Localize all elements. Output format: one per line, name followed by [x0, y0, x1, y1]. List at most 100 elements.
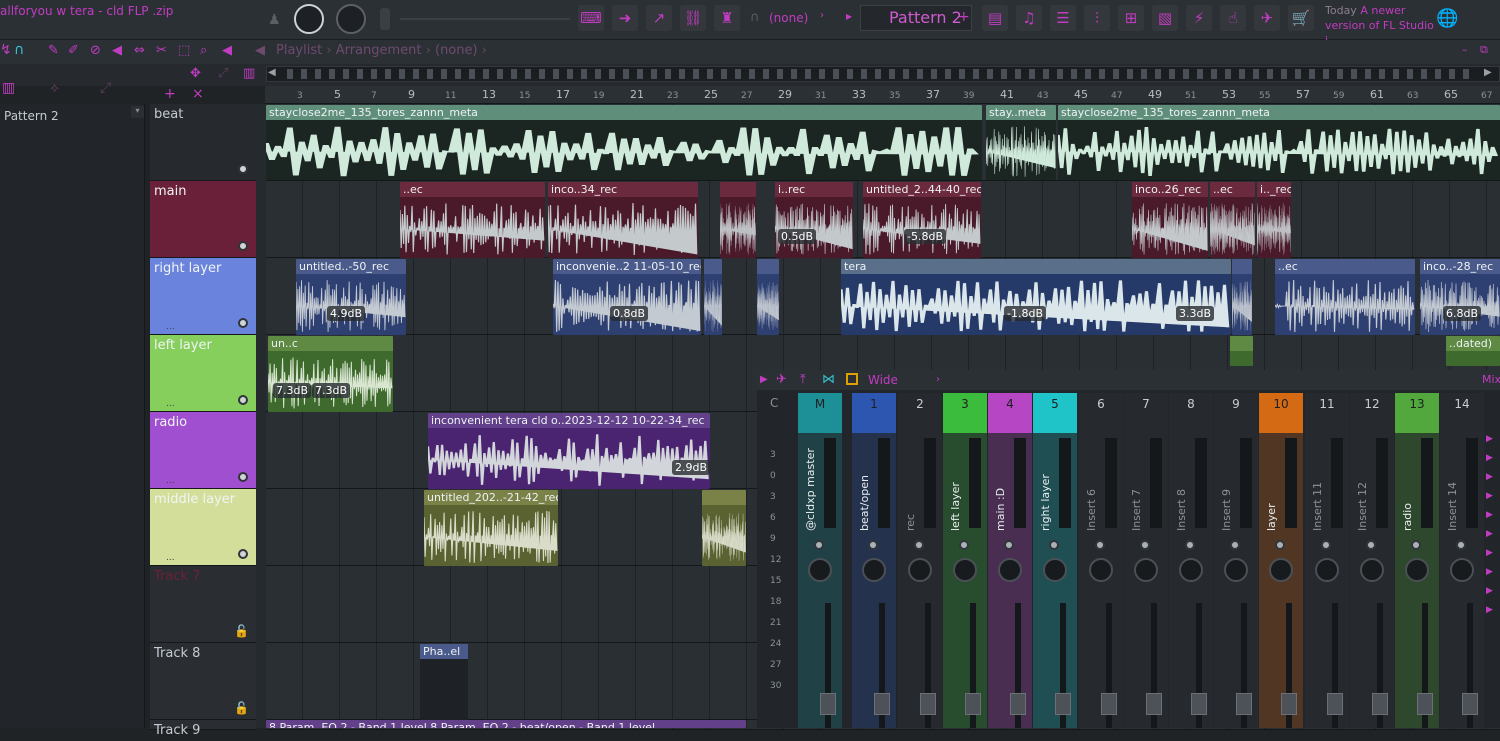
mixer-strip[interactable]: 11 Insert 11 [1305, 393, 1349, 728]
mixer-strip-name[interactable]: Insert 9 [1220, 441, 1234, 531]
track-header-8[interactable]: Track 9 [150, 720, 256, 738]
pan-knob[interactable] [1315, 558, 1339, 582]
audio-clip[interactable]: ..ec [1275, 259, 1415, 335]
mixer-strip-number[interactable]: 2 [898, 393, 942, 433]
pan-knob[interactable] [1089, 558, 1113, 582]
pattern-prev-icon[interactable]: ▸ [846, 9, 852, 23]
maximize-icon[interactable]: ⧉ [1480, 43, 1488, 57]
track-header-7[interactable]: Track 8 🔓 [150, 643, 256, 720]
audio-clip[interactable]: inco..34_rec [548, 182, 698, 258]
audio-clip[interactable]: i.._rec [1257, 182, 1291, 258]
piano-picker-icon[interactable]: ▥ [243, 66, 255, 81]
track-record-button[interactable] [238, 549, 248, 559]
mixer-icon[interactable]: ⫶ [1084, 5, 1110, 31]
pattern-selector[interactable]: (none) [765, 8, 835, 28]
mute-tool-icon[interactable]: ◀ [112, 43, 122, 58]
mixer-strip[interactable]: 4 main :D [988, 393, 1032, 728]
piano-roll-icon[interactable]: ♫ [1016, 5, 1042, 31]
track-name[interactable]: beat [150, 104, 256, 125]
lock-icon[interactable]: 🔓 [234, 701, 249, 715]
pan-knob[interactable] [1134, 558, 1158, 582]
track-header-2[interactable]: right layer... [150, 258, 256, 335]
snap-icon[interactable]: ↯ [0, 42, 12, 58]
add-pattern-icon[interactable]: + [958, 9, 970, 25]
track-record-button[interactable] [238, 472, 248, 482]
audio-clip[interactable] [757, 259, 779, 335]
audio-clip[interactable]: un..c [268, 336, 393, 412]
mixer-strip-name[interactable]: Insert 8 [1175, 441, 1189, 531]
track-record-button[interactable] [238, 164, 248, 174]
track-record-button[interactable] [238, 241, 248, 251]
project-info-icon[interactable]: ▧ [1152, 5, 1178, 31]
touch-icon[interactable]: ☝ [1220, 5, 1246, 31]
audio-picker-icon[interactable]: ⤢ [218, 66, 228, 81]
insert-enable-button[interactable] [1411, 540, 1421, 550]
track-header-4[interactable]: radio... [150, 412, 256, 489]
pan-knob[interactable] [1269, 558, 1293, 582]
mixer-strip-number[interactable]: 8 [1169, 393, 1213, 433]
lock-icon[interactable]: 🔓 [234, 624, 249, 638]
track-options-icon[interactable]: ... [166, 553, 175, 563]
mixer-strip-number[interactable]: 11 [1305, 393, 1349, 433]
mixer-strip-name[interactable]: Insert 11 [1311, 441, 1325, 531]
insert-enable-button[interactable] [1095, 540, 1105, 550]
mixer-strip[interactable]: 8 Insert 8 [1169, 393, 1213, 728]
mixer-strip[interactable]: 9 Insert 9 [1214, 393, 1258, 728]
audio-clip[interactable] [720, 182, 756, 258]
mixer-strip-name[interactable]: main :D [994, 441, 1008, 531]
slice-tool-icon[interactable]: ✂ [156, 43, 167, 58]
playback-tool-icon[interactable]: ◀ [222, 43, 232, 58]
volume-fader-handle[interactable] [820, 693, 836, 715]
track-name[interactable]: Track 8 [150, 643, 256, 664]
audio-clip[interactable] [1232, 259, 1252, 335]
mixer-strip[interactable]: 7 Insert 7 [1124, 393, 1168, 728]
track-name[interactable]: radio [150, 412, 256, 433]
audio-clip[interactable]: i..rec [775, 182, 853, 258]
audio-clip[interactable]: inconvenient tera cld o..2023-12-12 10-2… [428, 413, 710, 489]
zoom-tool-icon[interactable]: ⌕ [200, 43, 207, 58]
insert-enable-button[interactable] [1366, 540, 1376, 550]
pan-knob[interactable] [808, 558, 832, 582]
mixer-strip-number[interactable]: 13 [1395, 393, 1439, 433]
pan-knob[interactable] [908, 558, 932, 582]
timeline-ruler[interactable]: 3 5 7 9 11 13 15 17 19 21 23 25 27 29 31 33 35 37 39 41 43 45… [265, 86, 1500, 104]
mixer-strip-number[interactable]: 1 [852, 393, 896, 433]
volume-fader-handle[interactable] [1281, 693, 1297, 715]
volume-fader-handle[interactable] [1146, 693, 1162, 715]
minimize-icon[interactable]: – [1462, 43, 1468, 56]
mixer-strip[interactable]: 12 Insert 12 [1350, 393, 1394, 728]
audio-clip[interactable]: untitled_202..-21-42_rec [424, 490, 558, 566]
insert-enable-button[interactable] [1456, 540, 1466, 550]
mixer-strip-number[interactable]: 14 [1440, 393, 1484, 433]
volume-fader-handle[interactable] [1055, 693, 1071, 715]
step-edit-icon[interactable]: ➜ [612, 5, 638, 31]
insert-enable-button[interactable] [868, 540, 878, 550]
track-name[interactable]: middle layer [150, 489, 256, 510]
insert-enable-button[interactable] [1275, 540, 1285, 550]
insert-enable-button[interactable] [1049, 540, 1059, 550]
pan-knob[interactable] [998, 558, 1022, 582]
track-options-icon[interactable]: ... [166, 476, 175, 486]
track-header-1[interactable]: main... [150, 181, 256, 258]
scroll-right-icon[interactable]: ▶ [1484, 67, 1492, 78]
wave-icon[interactable]: ⟡ [50, 80, 59, 96]
mixer-strip-name[interactable]: Insert 12 [1356, 441, 1370, 531]
master-pitch-knob[interactable] [336, 4, 366, 34]
mode-arrow-icon[interactable]: › [936, 374, 940, 385]
insert-enable-button[interactable] [814, 540, 824, 550]
playlist-window-icon[interactable]: ▤ [982, 5, 1008, 31]
insert-enable-button[interactable] [1185, 540, 1195, 550]
automation-icon[interactable]: ⤢ [100, 80, 111, 96]
audio-clip[interactable]: ..dated) [1446, 336, 1500, 366]
send-arrow-icon[interactable]: ▶ ▶ ▶ ▶ ▶ ▶ ▶ ▶ ▶ ▶ [1486, 430, 1500, 620]
link-icon[interactable]: ⛓ [680, 5, 706, 31]
volume-fader-handle[interactable] [1327, 693, 1343, 715]
picker-pattern-item[interactable]: Pattern 2 [0, 106, 145, 126]
breadcrumb-clip[interactable]: (none) [435, 43, 478, 58]
insert-enable-button[interactable] [1321, 540, 1331, 550]
pan-knob[interactable] [953, 558, 977, 582]
mixer-strip-number[interactable]: 9 [1214, 393, 1258, 433]
mixer-mode[interactable]: Wide [868, 373, 898, 387]
mixer-strip-number[interactable]: M [798, 393, 842, 433]
audio-clip[interactable]: inconvenie..2 11-05-10_rec [553, 259, 701, 335]
